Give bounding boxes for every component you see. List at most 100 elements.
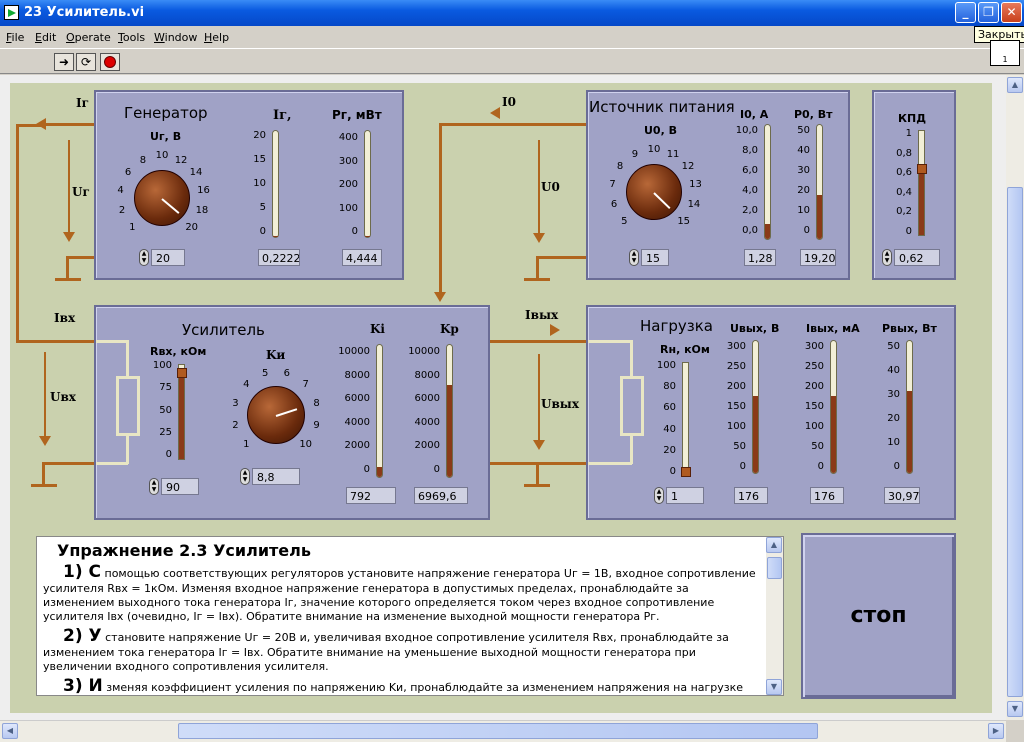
wire-left-vertical xyxy=(16,124,19,342)
instructions-scrollbar[interactable]: ▲ ▼ xyxy=(766,537,783,695)
horizontal-scrollbar[interactable]: ◀ ▶ xyxy=(0,720,1006,742)
scale-tick: 50 xyxy=(811,441,824,452)
spin-button-icon[interactable]: ▲ ▼ xyxy=(882,249,892,266)
ig-fill xyxy=(273,235,278,237)
spin-button-icon[interactable]: ▲ ▼ xyxy=(629,249,639,266)
ground-symbol-load xyxy=(524,484,550,487)
arrow-down-icon xyxy=(533,440,545,450)
knob-tick: 13 xyxy=(689,179,702,191)
scale-tick: 6000 xyxy=(414,393,440,405)
spin-button-icon[interactable]: ▲ ▼ xyxy=(149,478,159,495)
knob-tick: 16 xyxy=(197,185,210,197)
menu-help[interactable]: Help xyxy=(204,31,229,44)
i0-label: I0, А xyxy=(740,108,769,121)
menu-window[interactable]: Window xyxy=(154,31,197,44)
scale-tick: 30 xyxy=(887,389,900,400)
scroll-down-icon[interactable]: ▼ xyxy=(766,679,782,695)
kpd-fill xyxy=(919,170,924,235)
wire-amp-ground xyxy=(44,462,94,465)
scale-tick: 40 xyxy=(663,423,676,435)
knob-tick: 5 xyxy=(621,215,628,227)
scale-tick: 50 xyxy=(733,441,746,452)
i0-thermometer xyxy=(764,124,771,240)
rn-input[interactable]: 1 xyxy=(666,487,704,504)
scroll-up-icon[interactable]: ▲ xyxy=(1007,77,1023,93)
wire-ig-corner xyxy=(16,124,44,127)
ivyx-thermometer xyxy=(830,340,837,474)
spin-button-icon[interactable]: ▲ ▼ xyxy=(139,249,149,266)
kpd-slider[interactable] xyxy=(917,130,927,236)
scale-tick: 10 xyxy=(253,178,266,189)
run-arrow-icon[interactable]: ➜ xyxy=(54,53,74,71)
abort-icon[interactable] xyxy=(100,53,120,71)
generator-voltage-input[interactable]: 20 xyxy=(151,249,185,266)
scroll-down-icon[interactable]: ▼ xyxy=(1007,701,1023,717)
scroll-right-icon[interactable]: ▶ xyxy=(988,723,1004,739)
step-1-number: 1) С xyxy=(63,562,101,582)
knob-tick: 12 xyxy=(174,154,188,166)
wire-ivx xyxy=(16,340,94,343)
scale-tick: 20 xyxy=(887,413,900,424)
scale-tick: 75 xyxy=(159,382,172,394)
scale-tick: 0 xyxy=(739,461,746,472)
knob-tick: 7 xyxy=(609,179,616,191)
run-continuously-icon[interactable]: ⟳ xyxy=(76,53,96,71)
scale-tick: 10 xyxy=(797,205,810,216)
stop-button[interactable]: стоп xyxy=(801,533,956,699)
rvx-thumb[interactable] xyxy=(177,367,187,378)
vertical-scroll-thumb[interactable] xyxy=(1007,187,1023,697)
scale-tick: 6,0 xyxy=(742,165,758,176)
scale-tick: 0,6 xyxy=(896,167,912,179)
minimize-button[interactable]: _ xyxy=(955,2,976,23)
exercise-title: Упражнение 2.3 Усилитель xyxy=(57,541,311,560)
maximize-button[interactable]: ❐ xyxy=(978,2,999,23)
menu-edit[interactable]: Edit xyxy=(35,31,56,44)
scale-tick: 0 xyxy=(165,449,172,460)
scale-tick: 50 xyxy=(159,404,172,416)
spin-button-icon[interactable]: ▲ ▼ xyxy=(654,487,664,504)
menu-operate[interactable]: Operate xyxy=(66,31,111,44)
scroll-left-icon[interactable]: ◀ xyxy=(2,723,18,739)
i0-indicator: 1,28 xyxy=(744,249,776,266)
label-ivx: Iвх xyxy=(54,311,76,325)
rvx-slider[interactable] xyxy=(177,364,187,460)
scale-tick: 0 xyxy=(817,461,824,472)
knob-tick: 9 xyxy=(313,419,320,431)
ku-input[interactable]: 8,8 xyxy=(252,468,300,485)
knob-tick: 1 xyxy=(243,438,250,450)
toolbar: ➜ ⟳ xyxy=(0,48,1024,74)
pvyx-fill xyxy=(907,391,912,473)
vertical-scrollbar[interactable]: ▲ ▼ xyxy=(1006,75,1024,720)
scale-tick: 100 xyxy=(726,421,746,432)
scroll-up-icon[interactable]: ▲ xyxy=(766,537,782,553)
step-1-text: помощью соответствующих регуляторов уста… xyxy=(43,567,756,623)
scale-tick: 0 xyxy=(905,226,912,237)
scale-tick: 150 xyxy=(804,401,824,412)
arrow-left-icon xyxy=(490,107,500,119)
scale-tick: 250 xyxy=(804,361,824,372)
kpd-thumb[interactable] xyxy=(917,164,927,175)
kpd-input[interactable]: 0,62 xyxy=(894,249,940,266)
labview-app-icon xyxy=(4,5,19,20)
spin-button-icon[interactable]: ▲ ▼ xyxy=(240,468,250,485)
rn-slider[interactable] xyxy=(681,362,691,477)
horizontal-scroll-thumb[interactable] xyxy=(178,723,818,739)
knob-tick: 18 xyxy=(195,204,209,216)
source-voltage-input[interactable]: 15 xyxy=(641,249,669,266)
uvyx-indicator: 176 xyxy=(734,487,768,504)
generator-title: Генератор xyxy=(124,104,208,122)
close-button[interactable]: ✕ xyxy=(1001,2,1022,23)
amp-input-lead-b xyxy=(96,462,128,465)
scale-tick: 4000 xyxy=(344,416,370,428)
scale-tick: 250 xyxy=(726,361,746,372)
scroll-thumb[interactable] xyxy=(767,557,782,579)
wire-src-ground-v xyxy=(536,256,539,278)
p0-label: P0, Вт xyxy=(794,108,833,121)
knob-tick: 8 xyxy=(616,161,624,173)
load-lead-b xyxy=(588,462,632,465)
menu-file[interactable]: File xyxy=(6,31,24,44)
rvx-input[interactable]: 90 xyxy=(161,478,199,495)
rn-thumb[interactable] xyxy=(681,466,691,477)
rvx-label: Rвх, кОм xyxy=(150,345,207,358)
menu-tools[interactable]: Tools xyxy=(118,31,145,44)
